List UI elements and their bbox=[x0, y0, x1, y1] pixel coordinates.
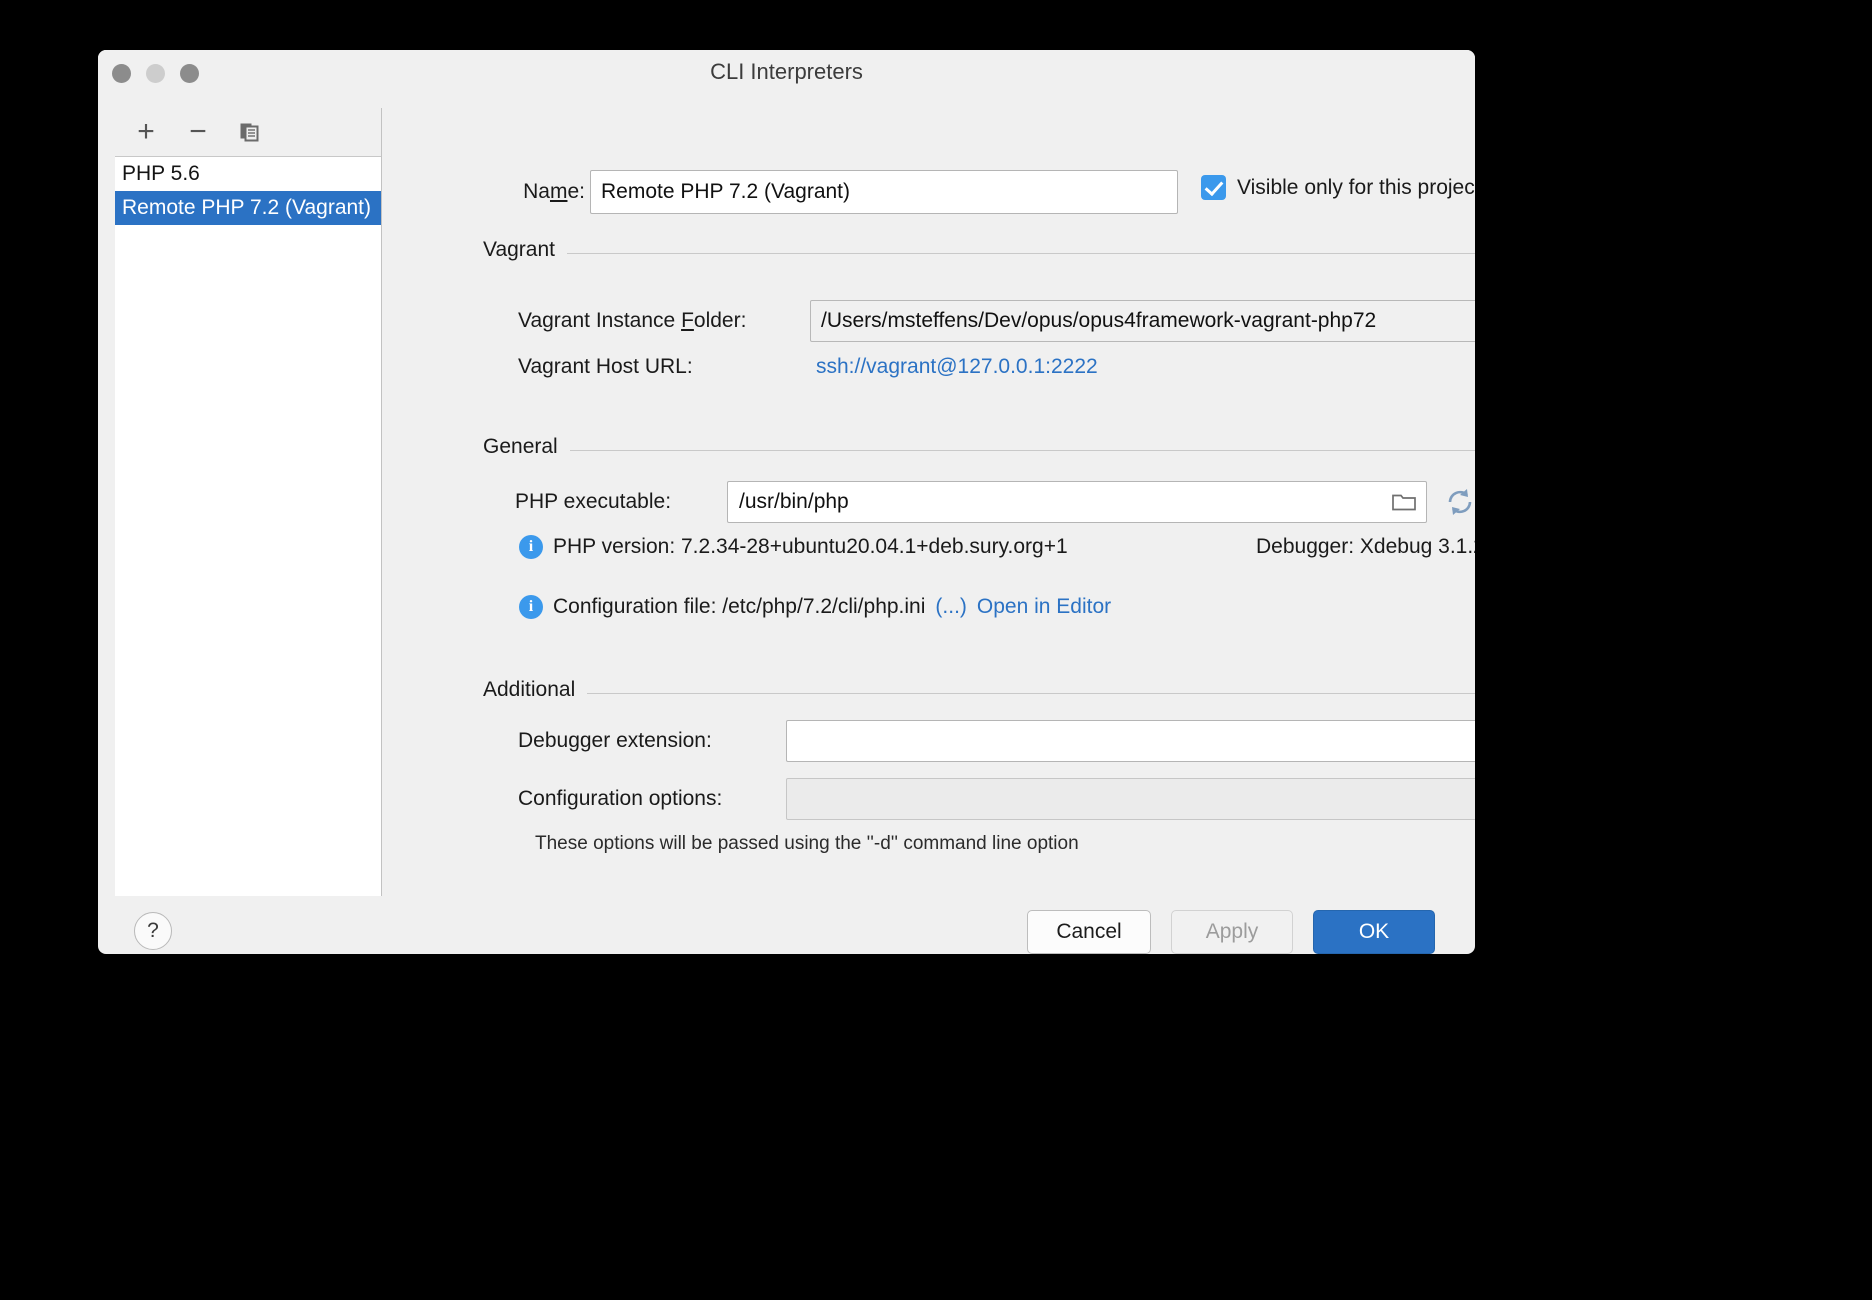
copy-icon bbox=[240, 123, 259, 142]
folder-label-post: older: bbox=[693, 309, 747, 332]
vagrant-instance-folder-label: Vagrant Instance Folder: bbox=[518, 309, 746, 333]
debugger-extension-field[interactable] bbox=[786, 720, 1475, 762]
ok-button[interactable]: OK bbox=[1313, 910, 1435, 954]
section-divider bbox=[483, 450, 1475, 451]
name-label-mnemonic: m bbox=[549, 180, 568, 203]
name-row: Name: Remote PHP 7.2 (Vagrant) Visible o… bbox=[383, 170, 1475, 214]
vagrant-host-url-link[interactable]: ssh://vagrant@127.0.0.1:2222 bbox=[816, 355, 1098, 379]
dialog-footer: ? Cancel Apply OK bbox=[98, 908, 1475, 954]
vagrant-host-url-row: Vagrant Host URL: ssh://vagrant@127.0.0.… bbox=[383, 355, 1475, 385]
section-title-vagrant: Vagrant bbox=[483, 238, 567, 262]
cancel-button[interactable]: Cancel bbox=[1027, 910, 1151, 954]
php-executable-label: PHP executable: bbox=[515, 490, 672, 513]
add-interpreter-button[interactable]: + bbox=[133, 117, 159, 147]
title-bar: CLI Interpreters bbox=[98, 50, 1475, 98]
list-item-remote-php-72[interactable]: Remote PHP 7.2 (Vagrant) bbox=[115, 191, 381, 225]
section-divider bbox=[483, 253, 1475, 254]
folder-label-pre: Vagrant Instance bbox=[518, 309, 682, 332]
vagrant-instance-folder-value: /Users/msteffens/Dev/opus/opus4framework… bbox=[821, 309, 1377, 332]
refresh-button[interactable] bbox=[1443, 485, 1475, 519]
copy-interpreter-button[interactable] bbox=[237, 119, 263, 145]
debugger-info: Debugger: Xdebug 3.1.2 bbox=[1256, 535, 1475, 559]
php-version-info: i PHP version: 7.2.34-28+ubuntu20.04.1+d… bbox=[519, 535, 1068, 559]
list-item-php-56[interactable]: PHP 5.6 bbox=[115, 157, 381, 191]
name-input[interactable]: Remote PHP 7.2 (Vagrant) bbox=[590, 170, 1178, 214]
debugger-text: Debugger: Xdebug 3.1.2 bbox=[1256, 535, 1475, 558]
debugger-extension-label: Debugger extension: bbox=[518, 729, 712, 752]
folder-icon[interactable] bbox=[1392, 493, 1416, 512]
configuration-options-field[interactable] bbox=[786, 778, 1475, 820]
apply-button[interactable]: Apply bbox=[1171, 910, 1293, 954]
vagrant-host-url-label: Vagrant Host URL: bbox=[518, 355, 693, 378]
visible-only-label: Visible only for this project bbox=[1237, 175, 1475, 199]
folder-label-mnemonic: F bbox=[681, 309, 694, 332]
configuration-file-text: Configuration file: /etc/php/7.2/cli/php… bbox=[553, 595, 926, 618]
interpreter-details-panel: Name: Remote PHP 7.2 (Vagrant) Visible o… bbox=[383, 98, 1475, 908]
info-icon: i bbox=[519, 595, 543, 619]
configuration-options-row: Configuration options: bbox=[383, 778, 1475, 820]
name-label-post: e: bbox=[567, 180, 585, 203]
configuration-options-label: Configuration options: bbox=[518, 787, 723, 810]
php-executable-field[interactable]: /usr/bin/php bbox=[727, 481, 1427, 523]
window-title: CLI Interpreters bbox=[710, 59, 863, 84]
vagrant-instance-folder-row: Vagrant Instance Folder: /Users/msteffen… bbox=[383, 300, 1475, 342]
php-executable-row: PHP executable: /usr/bin/php bbox=[383, 481, 1475, 523]
configuration-file-ellipsis-link[interactable]: (...) bbox=[935, 595, 967, 619]
php-version-text: PHP version: 7.2.34-28+ubuntu20.04.1+deb… bbox=[553, 535, 1068, 558]
section-additional: Additional bbox=[483, 678, 1475, 708]
section-title-additional: Additional bbox=[483, 678, 588, 702]
interpreter-list[interactable]: PHP 5.6 Remote PHP 7.2 (Vagrant) bbox=[115, 156, 381, 896]
name-label-pre: Na bbox=[523, 180, 550, 203]
configuration-file-info: i Configuration file: /etc/php/7.2/cli/p… bbox=[519, 595, 1111, 619]
visible-only-checkbox[interactable] bbox=[1201, 175, 1226, 200]
help-button[interactable]: ? bbox=[134, 912, 172, 950]
php-executable-value: /usr/bin/php bbox=[739, 490, 849, 513]
cli-interpreters-dialog: CLI Interpreters + − PHP 5.6 Remote PHP … bbox=[98, 50, 1475, 954]
section-vagrant: Vagrant bbox=[483, 238, 1475, 268]
configuration-options-hint: These options will be passed using the '… bbox=[535, 833, 1079, 854]
vagrant-instance-folder-field[interactable]: /Users/msteffens/Dev/opus/opus4framework… bbox=[810, 300, 1475, 342]
remove-interpreter-button[interactable]: − bbox=[185, 117, 211, 147]
sidebar-toolbar: + − bbox=[115, 108, 381, 156]
debugger-extension-row: Debugger extension: bbox=[383, 720, 1475, 762]
section-divider bbox=[483, 693, 1475, 694]
info-icon: i bbox=[519, 535, 543, 559]
section-title-general: General bbox=[483, 435, 570, 459]
interpreter-sidebar: + − PHP 5.6 Remote PHP 7.2 (Vagrant) bbox=[115, 108, 382, 896]
name-label: Name: bbox=[495, 180, 585, 204]
open-in-editor-link[interactable]: Open in Editor bbox=[977, 595, 1111, 619]
dialog-body: + − PHP 5.6 Remote PHP 7.2 (Vagrant) Nam… bbox=[98, 98, 1475, 908]
refresh-icon bbox=[1448, 489, 1472, 515]
visible-only-checkbox-row[interactable]: Visible only for this project bbox=[1201, 175, 1475, 200]
section-general: General bbox=[483, 435, 1475, 465]
